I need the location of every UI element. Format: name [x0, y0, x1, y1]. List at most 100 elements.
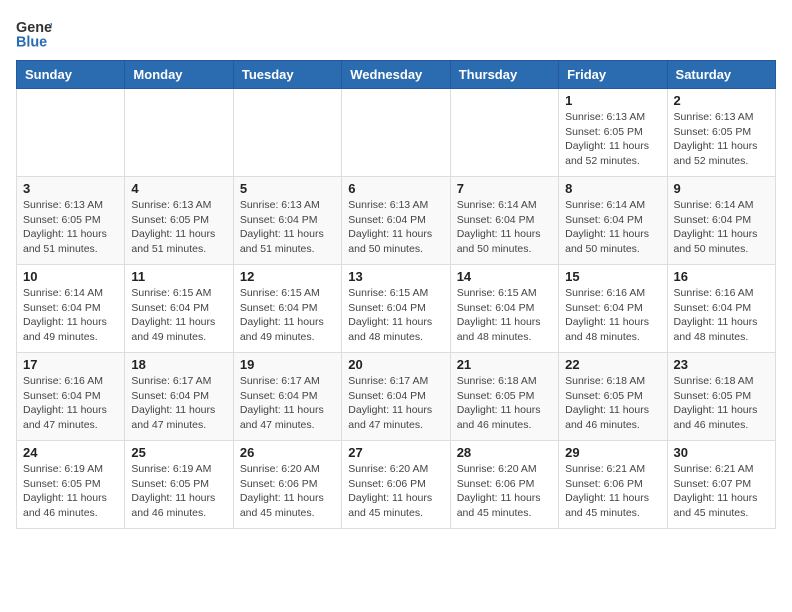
calendar-table: SundayMondayTuesdayWednesdayThursdayFrid…	[16, 60, 776, 529]
day-number: 30	[674, 445, 769, 460]
calendar-cell: 18 Sunrise: 6:17 AMSunset: 6:04 PMDayligh…	[125, 353, 233, 441]
day-info: Sunrise: 6:13 AMSunset: 6:04 PMDaylight:…	[348, 198, 443, 257]
calendar-week-row: 1 Sunrise: 6:13 AMSunset: 6:05 PMDaylight…	[17, 89, 776, 177]
calendar-cell: 5 Sunrise: 6:13 AMSunset: 6:04 PMDaylight…	[233, 177, 341, 265]
day-number: 14	[457, 269, 552, 284]
calendar-cell: 14Sunrise: 6:15 AMSunset: 6:04 PMDayligh…	[450, 265, 558, 353]
day-number: 23	[674, 357, 769, 372]
day-info: Sunrise: 6:13 AMSunset: 6:04 PMDaylight:…	[240, 198, 335, 257]
day-info: Sunrise: 6:16 AMSunset: 6:04 PMDaylight:…	[674, 286, 769, 345]
calendar-cell: 25 Sunrise: 6:19 AMSunset: 6:05 PMDayligh…	[125, 441, 233, 529]
day-number: 8	[565, 181, 660, 196]
calendar-cell: 11 Sunrise: 6:15 AMSunset: 6:04 PMDayligh…	[125, 265, 233, 353]
calendar-cell: 30Sunrise: 6:21 AMSunset: 6:07 PMDayligh…	[667, 441, 775, 529]
calendar-cell: 10 Sunrise: 6:14 AMSunset: 6:04 PMDayligh…	[17, 265, 125, 353]
calendar-cell	[17, 89, 125, 177]
day-info: Sunrise: 6:14 AMSunset: 6:04 PMDaylight:…	[23, 286, 118, 345]
calendar-cell: 9 Sunrise: 6:14 AMSunset: 6:04 PMDaylight…	[667, 177, 775, 265]
day-info: Sunrise: 6:13 AMSunset: 6:05 PMDaylight:…	[674, 110, 769, 169]
day-info: Sunrise: 6:20 AMSunset: 6:06 PMDaylight:…	[457, 462, 552, 521]
calendar-cell	[342, 89, 450, 177]
calendar-day-header: Tuesday	[233, 61, 341, 89]
day-info: Sunrise: 6:14 AMSunset: 6:04 PMDaylight:…	[457, 198, 552, 257]
calendar-cell: 19 Sunrise: 6:17 AMSunset: 6:04 PMDayligh…	[233, 353, 341, 441]
calendar-cell: 17Sunrise: 6:16 AMSunset: 6:04 PMDayligh…	[17, 353, 125, 441]
day-number: 7	[457, 181, 552, 196]
calendar-cell: 15Sunrise: 6:16 AMSunset: 6:04 PMDayligh…	[559, 265, 667, 353]
day-info: Sunrise: 6:13 AMSunset: 6:05 PMDaylight:…	[565, 110, 660, 169]
day-info: Sunrise: 6:20 AMSunset: 6:06 PMDaylight:…	[348, 462, 443, 521]
calendar-cell: 16 Sunrise: 6:16 AMSunset: 6:04 PMDayligh…	[667, 265, 775, 353]
day-number: 16	[674, 269, 769, 284]
calendar-day-header: Wednesday	[342, 61, 450, 89]
calendar-day-header: Saturday	[667, 61, 775, 89]
calendar-cell	[233, 89, 341, 177]
calendar-cell: 26 Sunrise: 6:20 AMSunset: 6:06 PMDayligh…	[233, 441, 341, 529]
calendar-cell: 8Sunrise: 6:14 AMSunset: 6:04 PMDaylight…	[559, 177, 667, 265]
day-info: Sunrise: 6:16 AMSunset: 6:04 PMDaylight:…	[565, 286, 660, 345]
day-number: 20	[348, 357, 443, 372]
logo-icon: General Blue	[16, 16, 52, 52]
day-number: 11	[131, 269, 226, 284]
day-info: Sunrise: 6:18 AMSunset: 6:05 PMDaylight:…	[457, 374, 552, 433]
calendar-body: 1 Sunrise: 6:13 AMSunset: 6:05 PMDaylight…	[17, 89, 776, 529]
day-number: 29	[565, 445, 660, 460]
day-number: 3	[23, 181, 118, 196]
day-info: Sunrise: 6:19 AMSunset: 6:05 PMDaylight:…	[23, 462, 118, 521]
calendar-cell: 29 Sunrise: 6:21 AMSunset: 6:06 PMDayligh…	[559, 441, 667, 529]
day-info: Sunrise: 6:17 AMSunset: 6:04 PMDaylight:…	[348, 374, 443, 433]
calendar-cell: 13Sunrise: 6:15 AMSunset: 6:04 PMDayligh…	[342, 265, 450, 353]
calendar-cell: 22 Sunrise: 6:18 AMSunset: 6:05 PMDayligh…	[559, 353, 667, 441]
day-info: Sunrise: 6:15 AMSunset: 6:04 PMDaylight:…	[240, 286, 335, 345]
calendar-cell: 12Sunrise: 6:15 AMSunset: 6:04 PMDayligh…	[233, 265, 341, 353]
day-number: 26	[240, 445, 335, 460]
day-number: 6	[348, 181, 443, 196]
day-info: Sunrise: 6:13 AMSunset: 6:05 PMDaylight:…	[23, 198, 118, 257]
day-number: 28	[457, 445, 552, 460]
calendar-cell: 2 Sunrise: 6:13 AMSunset: 6:05 PMDaylight…	[667, 89, 775, 177]
day-number: 21	[457, 357, 552, 372]
day-number: 5	[240, 181, 335, 196]
day-number: 25	[131, 445, 226, 460]
day-number: 19	[240, 357, 335, 372]
day-number: 22	[565, 357, 660, 372]
calendar-cell	[125, 89, 233, 177]
calendar-cell: 28 Sunrise: 6:20 AMSunset: 6:06 PMDayligh…	[450, 441, 558, 529]
calendar-cell: 23 Sunrise: 6:18 AMSunset: 6:05 PMDayligh…	[667, 353, 775, 441]
calendar-cell	[450, 89, 558, 177]
day-number: 10	[23, 269, 118, 284]
calendar-cell: 24 Sunrise: 6:19 AMSunset: 6:05 PMDayligh…	[17, 441, 125, 529]
day-info: Sunrise: 6:13 AMSunset: 6:05 PMDaylight:…	[131, 198, 226, 257]
calendar-week-row: 24 Sunrise: 6:19 AMSunset: 6:05 PMDayligh…	[17, 441, 776, 529]
day-info: Sunrise: 6:15 AMSunset: 6:04 PMDaylight:…	[348, 286, 443, 345]
day-info: Sunrise: 6:17 AMSunset: 6:04 PMDaylight:…	[131, 374, 226, 433]
calendar-cell: 6 Sunrise: 6:13 AMSunset: 6:04 PMDaylight…	[342, 177, 450, 265]
day-info: Sunrise: 6:18 AMSunset: 6:05 PMDaylight:…	[565, 374, 660, 433]
calendar-cell: 4Sunrise: 6:13 AMSunset: 6:05 PMDaylight…	[125, 177, 233, 265]
day-number: 27	[348, 445, 443, 460]
day-info: Sunrise: 6:17 AMSunset: 6:04 PMDaylight:…	[240, 374, 335, 433]
calendar-header: SundayMondayTuesdayWednesdayThursdayFrid…	[17, 61, 776, 89]
calendar-cell: 27 Sunrise: 6:20 AMSunset: 6:06 PMDayligh…	[342, 441, 450, 529]
day-number: 24	[23, 445, 118, 460]
calendar-header-row: SundayMondayTuesdayWednesdayThursdayFrid…	[17, 61, 776, 89]
day-info: Sunrise: 6:14 AMSunset: 6:04 PMDaylight:…	[674, 198, 769, 257]
day-info: Sunrise: 6:19 AMSunset: 6:05 PMDaylight:…	[131, 462, 226, 521]
calendar-cell: 1 Sunrise: 6:13 AMSunset: 6:05 PMDaylight…	[559, 89, 667, 177]
calendar-day-header: Friday	[559, 61, 667, 89]
logo: General Blue	[16, 16, 54, 52]
day-info: Sunrise: 6:18 AMSunset: 6:05 PMDaylight:…	[674, 374, 769, 433]
day-info: Sunrise: 6:21 AMSunset: 6:06 PMDaylight:…	[565, 462, 660, 521]
calendar-day-header: Thursday	[450, 61, 558, 89]
calendar-cell: 20 Sunrise: 6:17 AMSunset: 6:04 PMDayligh…	[342, 353, 450, 441]
day-number: 1	[565, 93, 660, 108]
day-info: Sunrise: 6:20 AMSunset: 6:06 PMDaylight:…	[240, 462, 335, 521]
calendar-cell: 21 Sunrise: 6:18 AMSunset: 6:05 PMDayligh…	[450, 353, 558, 441]
day-info: Sunrise: 6:15 AMSunset: 6:04 PMDaylight:…	[131, 286, 226, 345]
day-number: 18	[131, 357, 226, 372]
calendar-week-row: 17Sunrise: 6:16 AMSunset: 6:04 PMDayligh…	[17, 353, 776, 441]
day-number: 2	[674, 93, 769, 108]
page-header: General Blue	[16, 16, 776, 52]
calendar-week-row: 3 Sunrise: 6:13 AMSunset: 6:05 PMDaylight…	[17, 177, 776, 265]
day-number: 9	[674, 181, 769, 196]
